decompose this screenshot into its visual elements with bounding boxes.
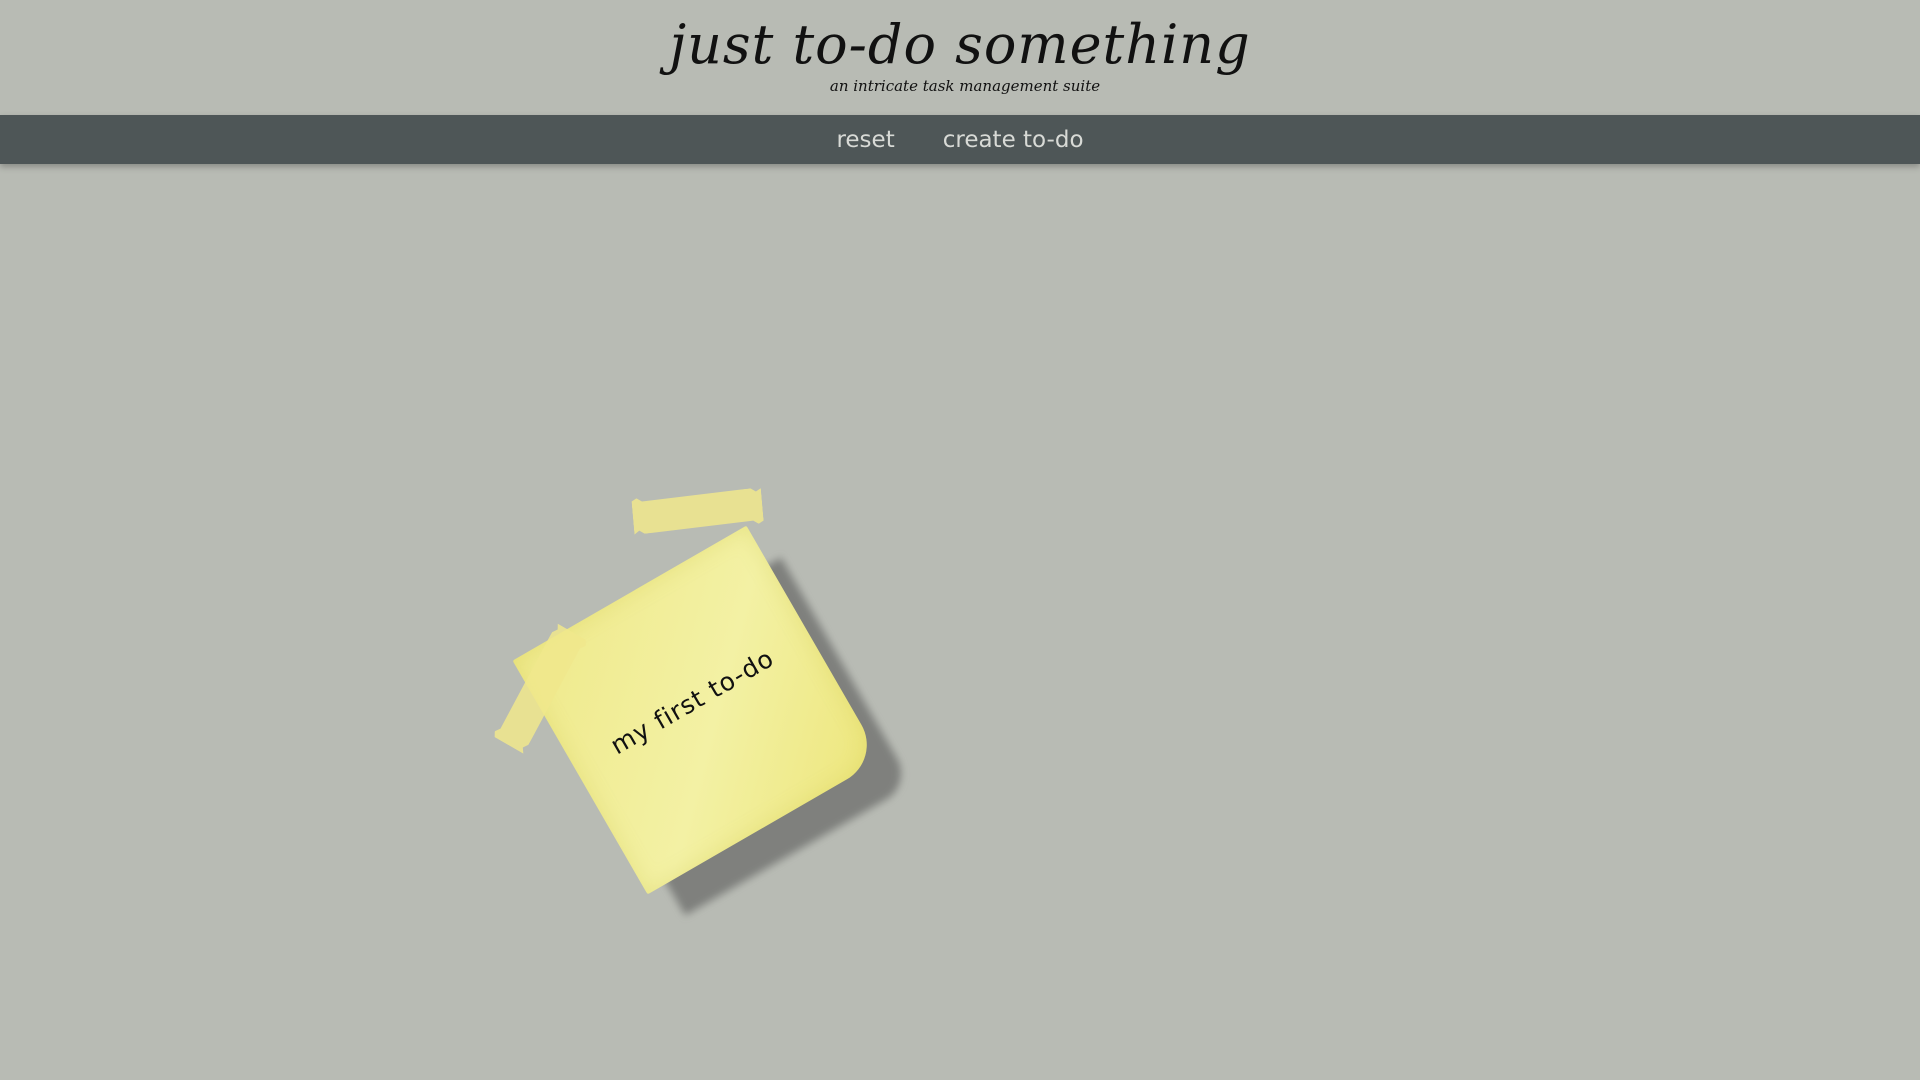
nav-bar: reset create to-do	[0, 115, 1920, 164]
sticky-note-container: my first to-do	[512, 525, 913, 916]
app-subtitle: an intricate task management suite	[829, 77, 1101, 95]
reset-button[interactable]: reset	[812, 127, 918, 153]
sticky-note[interactable]: my first to-do	[512, 525, 882, 895]
app-header: just to-do something an intricate task m…	[0, 0, 1920, 115]
create-todo-button[interactable]: create to-do	[919, 127, 1108, 153]
app-title: just to-do something	[669, 13, 1251, 76]
sticky-note-text: my first to-do	[605, 642, 779, 760]
